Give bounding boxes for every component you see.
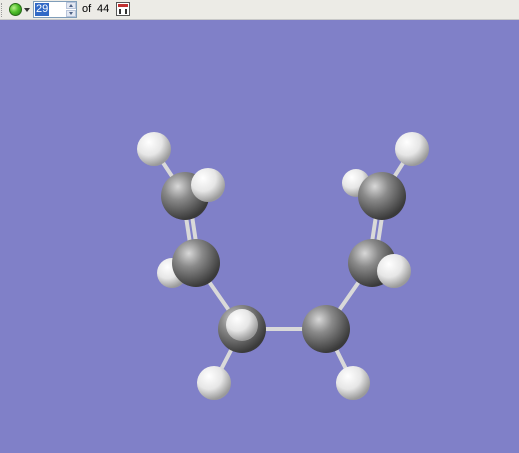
dropdown-arrow-icon[interactable] [24, 8, 30, 12]
spin-down-icon[interactable] [66, 10, 76, 17]
carbon-atom [302, 305, 350, 353]
frame-spinbox[interactable]: 29 [33, 1, 77, 18]
movie-icon[interactable] [116, 2, 130, 16]
hydrogen-atom [336, 366, 370, 400]
molecule-viewport[interactable] [0, 21, 519, 448]
of-label: of [82, 3, 92, 15]
carbon-atom [172, 239, 220, 287]
hydrogen-atom [226, 309, 258, 341]
molecule-canvas[interactable] [0, 21, 519, 448]
frame-number-input[interactable]: 29 [35, 3, 50, 16]
total-frames-label: 44 [97, 3, 110, 15]
hydrogen-atom [191, 168, 225, 202]
spin-up-icon[interactable] [66, 2, 76, 9]
animation-toolbar: 29 of 44 [0, 0, 519, 20]
toolbar-grip[interactable] [1, 3, 4, 17]
spin-buttons [66, 2, 76, 17]
hydrogen-atom [377, 254, 411, 288]
hydrogen-atom [137, 132, 171, 166]
play-green-icon[interactable] [9, 3, 22, 16]
hydrogen-atom [197, 366, 231, 400]
hydrogen-atom [395, 132, 429, 166]
carbon-atom [358, 172, 406, 220]
